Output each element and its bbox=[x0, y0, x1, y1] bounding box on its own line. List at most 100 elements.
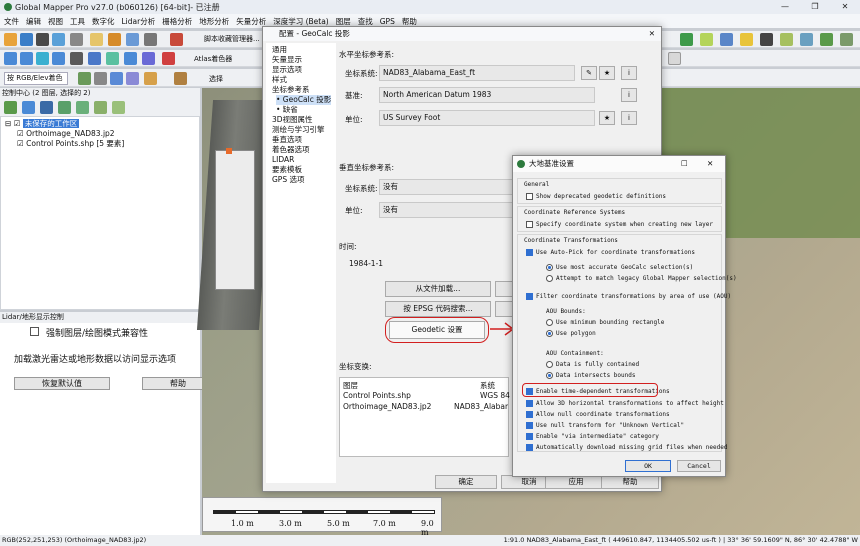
script-manager-label[interactable]: 脚本收藏管理器... bbox=[204, 34, 260, 44]
atlas-icon[interactable] bbox=[162, 52, 175, 65]
grid-icon[interactable] bbox=[720, 33, 733, 46]
tree-icon[interactable] bbox=[680, 33, 693, 46]
layer-item[interactable]: ☑ Orthoimage_NAD83.jp2 bbox=[17, 129, 115, 139]
shapes-icon[interactable] bbox=[126, 72, 139, 85]
datum-ok-button[interactable]: OK bbox=[625, 460, 671, 472]
most-accurate-radio[interactable] bbox=[546, 264, 553, 271]
select-menu[interactable]: 选择 bbox=[209, 74, 223, 84]
atlas-shader-select[interactable]: Atlas着色器 bbox=[194, 54, 232, 64]
scan-icon[interactable] bbox=[52, 52, 65, 65]
layers2-icon[interactable] bbox=[110, 72, 123, 85]
nav-shader[interactable]: 着色器选项 bbox=[272, 145, 310, 155]
collapse-icon[interactable]: ⊟ bbox=[5, 119, 11, 128]
deprecated-checkbox[interactable] bbox=[526, 193, 533, 200]
measure-icon[interactable] bbox=[70, 52, 83, 65]
stack-icon[interactable] bbox=[174, 72, 187, 85]
hill-icon[interactable] bbox=[78, 72, 91, 85]
workspace-node[interactable]: ⊟ ☑ 未保存的工作区 bbox=[5, 119, 80, 129]
unit-field[interactable]: US Survey Foot bbox=[379, 110, 595, 126]
shader-select[interactable]: 按 RGB/Elev着色 bbox=[4, 72, 68, 85]
filter-aou-checkbox[interactable] bbox=[526, 293, 533, 300]
menu-vector[interactable]: 矢量分析 bbox=[236, 16, 266, 27]
datum-maximize-button[interactable]: ☐ bbox=[681, 156, 688, 172]
info-unit-icon[interactable]: i bbox=[621, 111, 637, 125]
allow-null-checkbox[interactable] bbox=[526, 411, 533, 418]
tree2-icon[interactable] bbox=[820, 33, 833, 46]
checkbox-icon[interactable]: ☑ bbox=[17, 129, 24, 138]
apply-button[interactable]: 应用 bbox=[545, 475, 607, 489]
polygon-radio[interactable] bbox=[546, 330, 553, 337]
export-icon[interactable] bbox=[52, 33, 65, 46]
select-crs-icon[interactable]: ✎ bbox=[581, 66, 597, 80]
table-row[interactable]: Orthoimage_NAD83.jp2 NAD83_Alabama bbox=[340, 401, 508, 412]
menu-raster[interactable]: 栅格分析 bbox=[162, 16, 192, 27]
datum-field[interactable]: North American Datum 1983 bbox=[379, 87, 595, 103]
nav-style[interactable]: 样式 bbox=[272, 75, 287, 85]
capture-icon[interactable] bbox=[144, 33, 157, 46]
menu-lidar[interactable]: Lidar分析 bbox=[122, 16, 156, 27]
nav-default[interactable]: • 缺省 bbox=[276, 105, 298, 115]
layer-option3-icon[interactable] bbox=[112, 101, 125, 114]
vunit-field[interactable]: 没有 bbox=[379, 202, 513, 218]
nav-geocalc[interactable]: • GeoCalc 投影 bbox=[276, 95, 332, 105]
menu-file[interactable]: 文件 bbox=[4, 16, 19, 27]
nav-display[interactable]: 显示选项 bbox=[272, 65, 302, 75]
help-button[interactable]: 帮助 bbox=[601, 475, 659, 489]
shape-icon[interactable] bbox=[700, 33, 713, 46]
pencil-icon[interactable] bbox=[780, 33, 793, 46]
path2-icon[interactable] bbox=[142, 52, 155, 65]
terrain-icon[interactable] bbox=[840, 33, 853, 46]
autopick-checkbox[interactable] bbox=[526, 249, 533, 256]
triangle-icon[interactable] bbox=[94, 72, 107, 85]
menu-view[interactable]: 视图 bbox=[48, 16, 63, 27]
load-from-file-button[interactable]: 从文件加载... bbox=[385, 281, 491, 297]
favorite-unit-icon[interactable]: ★ bbox=[599, 111, 615, 125]
vcoord-field[interactable]: 没有 bbox=[379, 179, 513, 195]
nav-general[interactable]: 通用 bbox=[272, 45, 287, 55]
layer-option-icon[interactable] bbox=[76, 101, 89, 114]
allow-3d-checkbox[interactable] bbox=[526, 400, 533, 407]
tree-layer-icon[interactable] bbox=[58, 101, 71, 114]
open-icon[interactable] bbox=[4, 33, 17, 46]
coord-system-field[interactable]: NAD83_Alabama_East_ft bbox=[379, 65, 575, 81]
pen-icon[interactable] bbox=[800, 33, 813, 46]
checkbox-icon[interactable]: ☑ bbox=[14, 119, 21, 128]
save-icon[interactable] bbox=[36, 33, 49, 46]
favorite-crs-icon[interactable]: ★ bbox=[599, 66, 615, 80]
reset-defaults-button[interactable]: 恢复默认值 bbox=[14, 377, 110, 390]
edit-icon[interactable] bbox=[668, 52, 681, 65]
min-rect-radio[interactable] bbox=[546, 319, 553, 326]
ok-button[interactable]: 确定 bbox=[435, 475, 497, 489]
nav-vertical[interactable]: 垂直选项 bbox=[272, 135, 302, 145]
config-close-button[interactable]: ✕ bbox=[649, 27, 655, 41]
pan-icon[interactable] bbox=[20, 52, 33, 65]
info-datum-icon[interactable]: i bbox=[621, 88, 637, 102]
grid-view-icon[interactable] bbox=[4, 52, 17, 65]
sun-icon[interactable] bbox=[740, 33, 753, 46]
layer-option2-icon[interactable] bbox=[94, 101, 107, 114]
epsg-search-button[interactable]: 按 EPSG 代码搜索... bbox=[385, 301, 491, 317]
nav-lidar[interactable]: LIDAR bbox=[272, 155, 294, 165]
script-icon[interactable] bbox=[170, 33, 183, 46]
camera-icon[interactable] bbox=[36, 52, 49, 65]
menu-deep-learning[interactable]: 深度学习 (Beta) bbox=[273, 16, 329, 27]
info-crs-icon[interactable]: i bbox=[621, 66, 637, 80]
specify-crs-checkbox[interactable] bbox=[526, 221, 533, 228]
fully-contained-radio[interactable] bbox=[546, 361, 553, 368]
layers-icon[interactable] bbox=[90, 33, 103, 46]
nav-3d[interactable]: 3D视图属性 bbox=[272, 115, 313, 125]
auto-download-checkbox[interactable] bbox=[526, 444, 533, 451]
minimize-button[interactable]: — bbox=[770, 0, 800, 14]
null-vertical-checkbox[interactable] bbox=[526, 422, 533, 429]
metadata-icon[interactable] bbox=[40, 101, 53, 114]
via-intermediate-checkbox[interactable] bbox=[526, 433, 533, 440]
nav-feature-template[interactable]: 要素模板 bbox=[272, 165, 302, 175]
close-button[interactable]: ✕ bbox=[830, 0, 860, 14]
nav-mapping[interactable]: 测绘与学习引擎 bbox=[272, 125, 325, 135]
layer-item[interactable]: ☑ Control Points.shp [5 要素] bbox=[17, 139, 124, 149]
table-row[interactable]: Control Points.shp WGS 84 bbox=[340, 390, 510, 401]
menu-edit[interactable]: 编辑 bbox=[26, 16, 41, 27]
3d-icon[interactable] bbox=[106, 52, 119, 65]
menu-search[interactable]: 查找 bbox=[358, 16, 373, 27]
menu-gps[interactable]: GPS bbox=[380, 17, 395, 26]
